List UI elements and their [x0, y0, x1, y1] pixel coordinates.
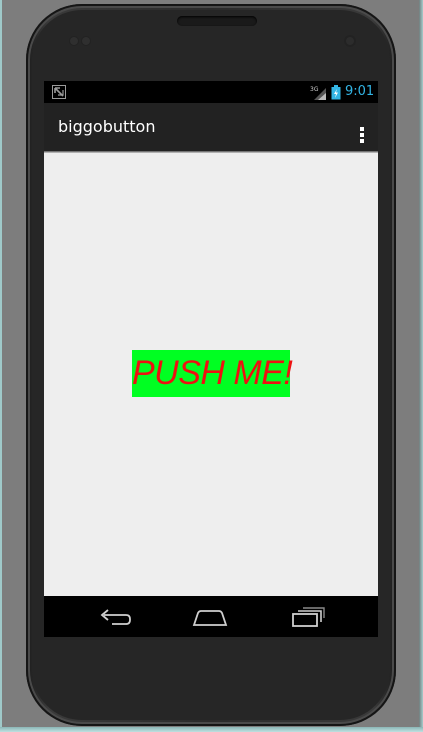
earpiece-speaker: [177, 16, 257, 26]
network-type-label: 3G: [310, 86, 319, 93]
debug-notification-icon: [52, 85, 66, 99]
emulator-window-edge: [0, 0, 2, 732]
push-me-button[interactable]: PUSH ME!: [132, 350, 293, 397]
action-bar: biggobutton: [44, 103, 378, 151]
emulator-window-edge: [0, 727, 423, 732]
main-content: PUSH ME!: [44, 153, 378, 596]
light-sensor: [82, 37, 90, 45]
front-camera: [344, 35, 356, 47]
proximity-sensor: [70, 37, 78, 45]
back-icon[interactable]: [96, 606, 132, 628]
device-screen: 3G 9:01 biggobutton PUSH ME!: [44, 81, 378, 637]
recents-icon[interactable]: [290, 606, 326, 628]
signal-icon: 3G: [310, 86, 326, 100]
battery-charging-icon: [331, 85, 341, 100]
status-clock: 9:01: [345, 84, 375, 99]
app-title: biggobutton: [58, 117, 156, 136]
navigation-bar: [44, 596, 378, 637]
home-icon[interactable]: [192, 606, 228, 628]
overflow-menu-icon[interactable]: [354, 125, 370, 147]
status-bar: 3G 9:01: [44, 81, 378, 103]
emulator-window-edge: [419, 0, 423, 732]
